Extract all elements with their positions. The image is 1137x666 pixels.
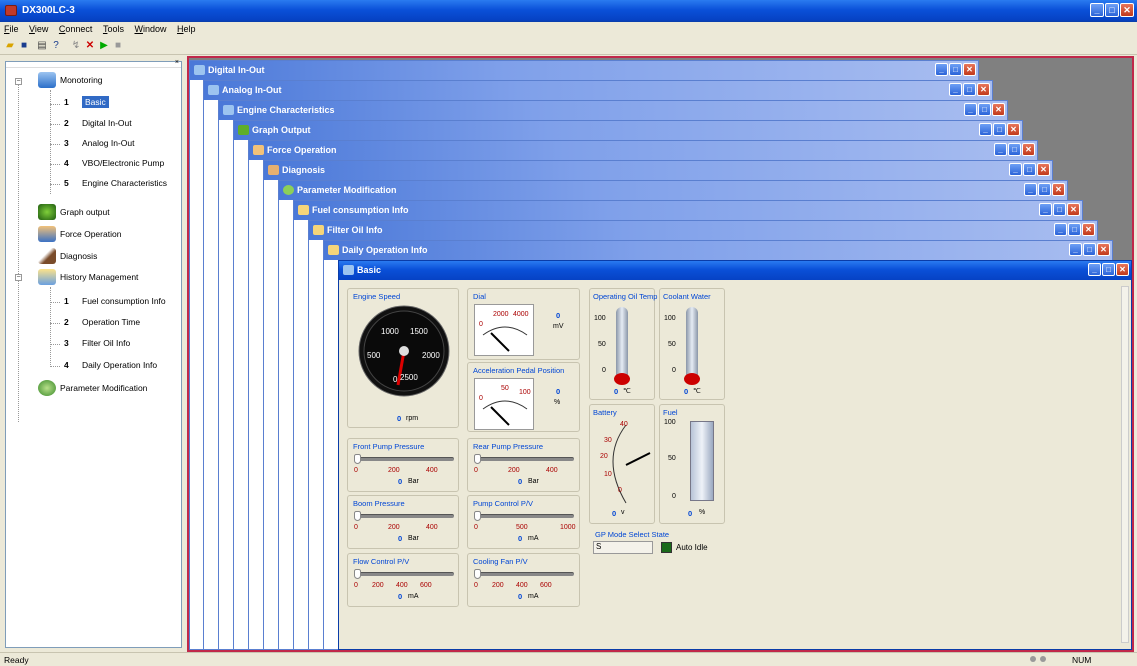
play-icon[interactable]: ▶ xyxy=(98,40,110,52)
monitor-icon xyxy=(38,72,56,88)
parameter-icon xyxy=(38,380,56,396)
basic-minimize-button[interactable]: _ xyxy=(1088,263,1101,276)
toolbar: ▰ ■ ▤ ? ↯ ✕ ▶ ■ xyxy=(0,37,1137,55)
menu-tools[interactable]: Tools xyxy=(99,22,128,34)
fuel-panel: Fuel 100 50 0 0 % xyxy=(659,404,725,524)
tree-item-vbo[interactable]: 4 VBO/Electronic Pump xyxy=(64,158,164,168)
boom-panel: Boom Pressure 0 200 400 0 Bar xyxy=(347,495,459,549)
window-basic[interactable]: Basic _ □ ✕ Engine Speed 1000 1500 500 200… xyxy=(338,260,1132,650)
boom-slider-thumb[interactable] xyxy=(354,511,361,521)
basic-window-title: Basic xyxy=(357,265,382,275)
status-bar: Ready NUM xyxy=(0,652,1137,666)
menu-help[interactable]: Help xyxy=(173,22,200,34)
basic-content: Engine Speed 1000 1500 500 2000 0 2500 0… xyxy=(339,280,1131,649)
cooling-fan-slider-thumb[interactable] xyxy=(474,569,481,579)
fuel-gauge-bar xyxy=(690,421,714,501)
maximize-button[interactable]: □ xyxy=(1105,3,1119,17)
coolant-thermometer xyxy=(686,307,698,379)
menu-window[interactable]: Window xyxy=(130,22,170,34)
engine-speed-panel: Engine Speed 1000 1500 500 2000 0 2500 0… xyxy=(347,288,459,428)
front-pump-panel: Front Pump Pressure 0 200 400 0 Bar xyxy=(347,438,459,492)
pump-control-slider-thumb[interactable] xyxy=(474,511,481,521)
battery-gauge xyxy=(612,424,651,504)
tree-item-analog[interactable]: 3 Analog In-Out xyxy=(64,138,134,148)
tree-history[interactable]: History Management xyxy=(38,269,138,285)
diagnosis-icon xyxy=(38,248,56,264)
print-icon[interactable]: ▤ xyxy=(36,40,48,52)
app-title-bar: DX300LC-3 _ □ ✕ xyxy=(0,0,1137,22)
tree-parameter[interactable]: Parameter Modification xyxy=(38,380,147,396)
engine-speed-value: 0 xyxy=(397,414,402,423)
status-text: Ready xyxy=(4,655,29,665)
collapse-history[interactable]: − xyxy=(15,274,22,281)
close-button[interactable]: ✕ xyxy=(1120,3,1134,17)
menu-file[interactable]: File xyxy=(0,22,23,34)
stop-icon[interactable]: ■ xyxy=(112,40,124,52)
accel-meter: 50 100 0 xyxy=(474,378,534,430)
flow-control-slider-thumb[interactable] xyxy=(354,569,361,579)
accel-panel: Acceleration Pedal Position 50 100 0 0 % xyxy=(467,362,580,432)
basic-vertical-scrollbar[interactable] xyxy=(1121,286,1129,643)
tree-item-daily[interactable]: 4 Daily Operation Info xyxy=(64,360,157,370)
tree-monitoring[interactable]: Monotoring xyxy=(38,72,103,88)
pump-control-panel: Pump Control P/V 0 500 1000 0 mA xyxy=(467,495,580,549)
menu-view[interactable]: View xyxy=(25,22,52,34)
flow-control-panel: Flow Control P/V 0 200 400 600 0 mA xyxy=(347,553,459,607)
app-title: DX300LC-3 xyxy=(22,5,75,16)
app-icon xyxy=(5,5,17,16)
tree-item-fuel[interactable]: 1 Fuel consumption Info xyxy=(64,296,166,306)
coolant-panel: Coolant Water 100 50 0 0 ℃ xyxy=(659,288,725,400)
menu-bar: File View Connect Tools Window Help xyxy=(0,22,1137,37)
cooling-fan-panel: Cooling Fan P/V 0 200 400 600 0 mA xyxy=(467,553,580,607)
rear-pump-slider-thumb[interactable] xyxy=(474,454,481,464)
minimize-button[interactable]: _ xyxy=(1090,3,1104,17)
oil-temp-panel: Operating Oil Temp 100 50 0 0 ℃ xyxy=(589,288,657,400)
tree-graph-output[interactable]: Graph output xyxy=(38,204,110,220)
tree-diagnosis[interactable]: Diagnosis xyxy=(38,248,97,264)
auto-idle-indicator xyxy=(661,542,672,553)
basic-maximize-button[interactable]: □ xyxy=(1102,263,1115,276)
collapse-monitoring[interactable]: − xyxy=(15,78,22,85)
tree-item-operation-time[interactable]: 2 Operation Time xyxy=(64,317,140,327)
oil-thermometer xyxy=(616,307,628,379)
rear-pump-panel: Rear Pump Pressure 0 200 400 0 Bar xyxy=(467,438,580,492)
front-pump-slider-thumb[interactable] xyxy=(354,454,361,464)
history-icon xyxy=(38,269,56,285)
tree-item-filter-oil[interactable]: 3 Filter Oil Info xyxy=(64,338,130,348)
connection-indicator-icon xyxy=(1030,656,1036,662)
gp-mode-field: S xyxy=(593,541,653,554)
dial-panel: Dial 2000 4000 0 0 mV xyxy=(467,288,580,360)
mdi-workspace: Digital In-Out _ □ ✕ Analog In-Out _ □ ✕ Eng… xyxy=(187,56,1134,652)
battery-panel: Battery 40 30 20 10 0 0 v xyxy=(589,404,655,524)
save-icon[interactable]: ■ xyxy=(18,40,30,52)
disconnect-icon[interactable]: ✕ xyxy=(84,40,96,52)
tree-force-operation[interactable]: Force Operation xyxy=(38,226,121,242)
menu-connect[interactable]: Connect xyxy=(55,22,97,34)
activity-indicator-icon xyxy=(1040,656,1046,662)
force-operation-icon xyxy=(38,226,56,242)
tree-item-engine[interactable]: 5 Engine Characteristics xyxy=(64,178,167,188)
open-folder-icon[interactable]: ▰ xyxy=(4,40,16,52)
num-lock-indicator: NUM xyxy=(1072,655,1092,665)
connect-icon[interactable]: ↯ xyxy=(70,40,82,52)
tree-item-basic[interactable]: 1 Basic xyxy=(64,96,109,108)
dial-meter: 2000 4000 0 xyxy=(474,304,534,356)
basic-close-button[interactable]: ✕ xyxy=(1116,263,1129,276)
tree-item-digital[interactable]: 2 Digital In-Out xyxy=(64,118,132,128)
graph-icon xyxy=(38,204,56,220)
help-icon[interactable]: ? xyxy=(50,40,62,52)
navigation-tree: × − Monotoring 1 Basic 2 Digital In-Out … xyxy=(5,59,182,648)
